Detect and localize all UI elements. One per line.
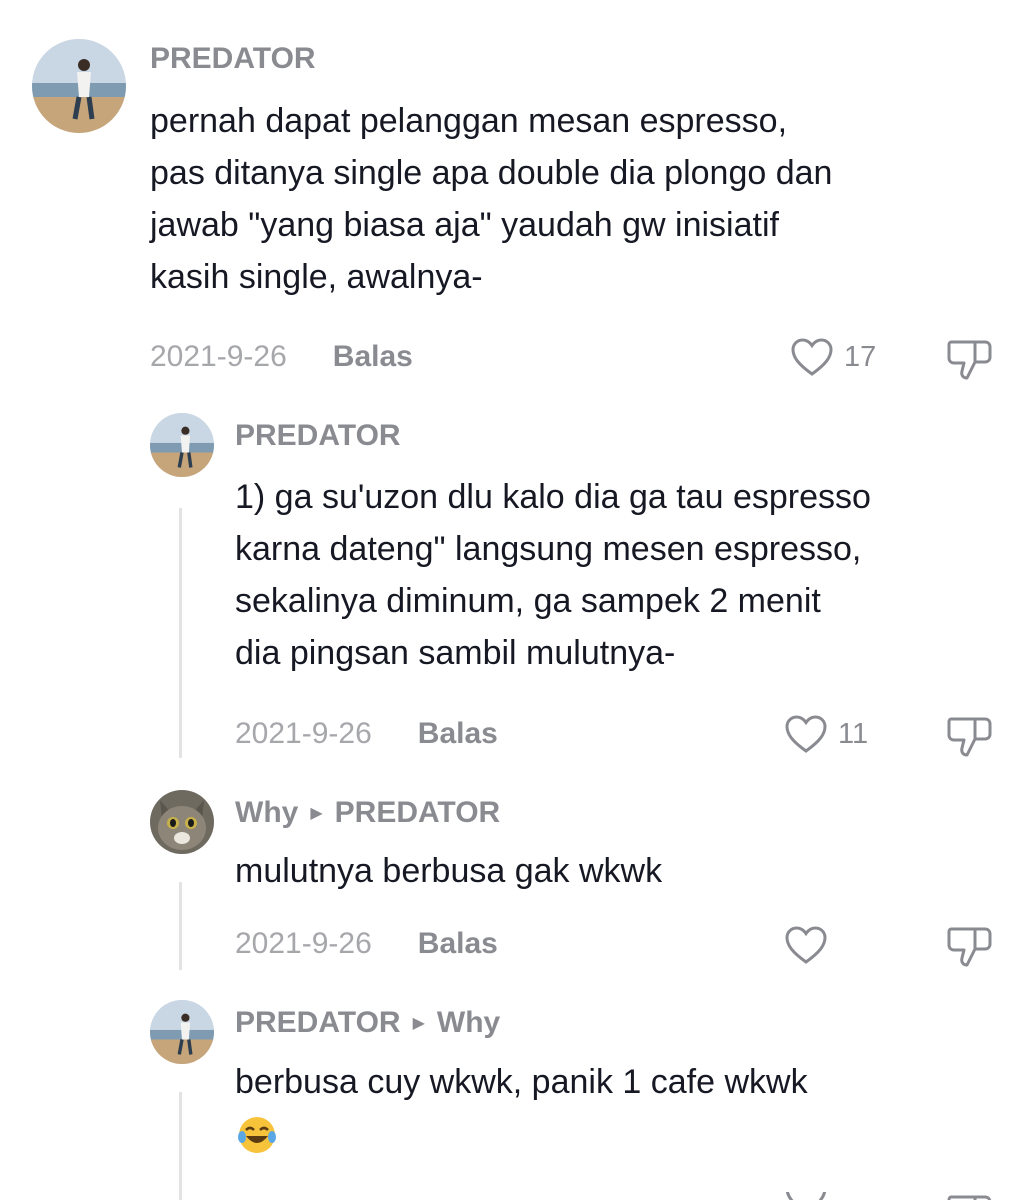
comment-text: mulutnya berbusa gak wkwk <box>235 845 662 897</box>
thumbs-down-outline-icon <box>947 340 992 380</box>
reply-to-username[interactable]: Why <box>437 1006 500 1040</box>
right-triangle-icon: ▶ <box>310 805 323 822</box>
beach-photo-avatar <box>150 1000 214 1064</box>
like-button[interactable]: 11 <box>784 714 868 754</box>
thread-line <box>179 882 182 970</box>
like-button[interactable]: 17 <box>790 337 876 377</box>
comment-line: 1) ga su'uzon dlu kalo dia ga tau espres… <box>235 478 871 516</box>
username[interactable]: PREDATOR ▶ Why <box>235 1006 500 1040</box>
username-text: PREDATOR <box>150 42 316 75</box>
comment-date: 2021-9-26 <box>150 340 287 373</box>
username[interactable]: PREDATOR <box>150 42 316 76</box>
thumbs-down-outline-icon <box>947 927 992 967</box>
comment-meta: 2021-9-26 Balas <box>235 717 498 751</box>
comment-line: berbusa cuy wkwk, panik 1 cafe wkwk <box>235 1063 808 1101</box>
comment-meta: 2021-9-26 Balas <box>235 927 498 961</box>
heart-outline-icon <box>791 338 833 376</box>
comment-meta: 2021-9-26 Balas <box>150 340 413 374</box>
username[interactable]: Why ▶ PREDATOR <box>235 796 500 830</box>
beach-photo-avatar <box>32 39 126 133</box>
heart-outline-icon <box>785 1192 827 1200</box>
avatar[interactable] <box>32 39 126 133</box>
dislike-button[interactable] <box>945 713 995 759</box>
comment-line: jawab "yang biasa aja" yaudah gw inisiat… <box>150 206 779 244</box>
username-text: Why <box>235 796 299 829</box>
comment-text: berbusa cuy wkwk, panik 1 cafe wkwk <box>235 1056 808 1108</box>
heart-outline-icon <box>785 926 827 964</box>
comment-line: pas ditanya single apa double dia plongo… <box>150 154 833 192</box>
comment-line: pernah dapat pelanggan mesan espresso, <box>150 102 788 140</box>
comment-date: 2021-9-26 <box>235 927 372 960</box>
comment-line: mulutnya berbusa gak wkwk <box>235 852 663 890</box>
username-text: PREDATOR <box>235 419 401 452</box>
dislike-button[interactable] <box>945 923 995 969</box>
comment-line: kasih single, awalnya- <box>150 258 483 296</box>
thumbs-down-outline-icon <box>947 1195 992 1200</box>
reply-button[interactable]: Balas <box>418 927 498 961</box>
thread-line <box>179 1092 182 1200</box>
thread-line <box>179 508 182 758</box>
comment-text: pernah dapat pelanggan mesan espresso, p… <box>150 95 832 303</box>
like-button[interactable] <box>784 1192 828 1200</box>
right-triangle-icon: ▶ <box>412 1015 425 1032</box>
like-button[interactable] <box>784 925 828 965</box>
reply-button[interactable]: Balas <box>333 340 413 374</box>
dislike-button[interactable] <box>945 336 995 382</box>
comment-line: dia pingsan sambil mulutnya- <box>235 634 676 672</box>
face-with-tears-of-joy-icon <box>237 1115 277 1160</box>
beach-photo-avatar <box>150 413 214 477</box>
avatar[interactable] <box>150 1000 214 1064</box>
avatar[interactable] <box>150 413 214 477</box>
username-text: PREDATOR <box>235 1006 401 1039</box>
comment-text: 1) ga su'uzon dlu kalo dia ga tau espres… <box>235 471 871 679</box>
dislike-button[interactable] <box>945 1191 995 1200</box>
avatar[interactable] <box>150 790 214 854</box>
thumbs-down-outline-icon <box>947 717 992 757</box>
comment-line: karna dateng" langsung mesen espresso, <box>235 530 862 568</box>
username[interactable]: PREDATOR <box>235 419 401 453</box>
reply-to-username[interactable]: PREDATOR <box>335 796 501 830</box>
comment-date: 2021-9-26 <box>235 717 372 750</box>
heart-outline-icon <box>785 715 827 753</box>
like-count: 11 <box>838 717 869 750</box>
comment-line: sekalinya diminum, ga sampek 2 menit <box>235 582 821 620</box>
cat-photo-avatar <box>150 790 214 854</box>
reply-button[interactable]: Balas <box>418 717 498 751</box>
like-count: 17 <box>844 340 877 373</box>
